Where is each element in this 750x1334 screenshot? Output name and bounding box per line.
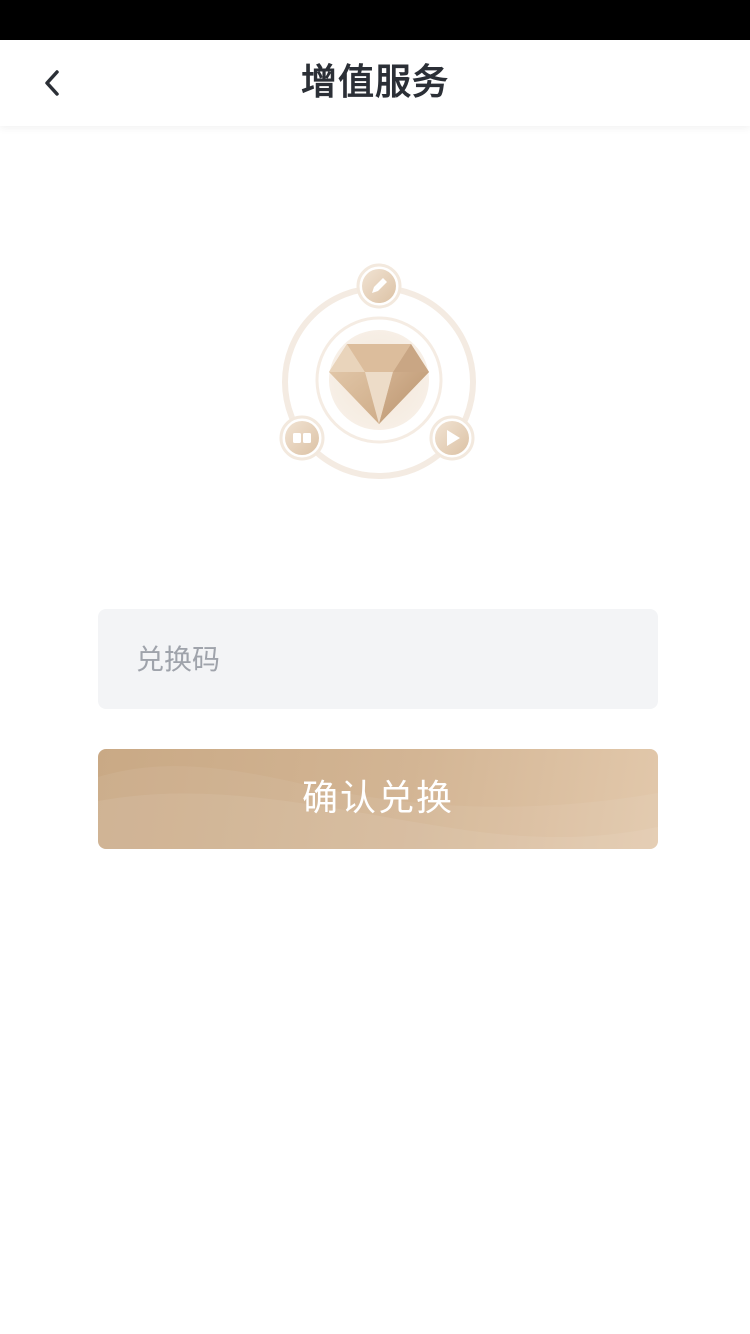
chevron-left-icon (45, 70, 59, 96)
book-icon (279, 415, 325, 461)
nav-bar: 增值服务 (0, 40, 750, 126)
confirm-redeem-button[interactable]: 确认兑换 (98, 749, 658, 849)
page-title: 增值服务 (300, 62, 449, 103)
vip-illustration (270, 258, 490, 488)
play-icon (429, 415, 475, 461)
back-button[interactable] (22, 58, 82, 108)
redeem-code-input[interactable] (98, 609, 658, 709)
status-bar (0, 0, 750, 40)
vip-illustration-graphic (279, 263, 476, 479)
pencil-icon (356, 263, 402, 309)
confirm-redeem-label: 确认兑换 (301, 778, 454, 819)
redeem-page: 增值服务 兑换码 确认兑换 (0, 0, 750, 1334)
